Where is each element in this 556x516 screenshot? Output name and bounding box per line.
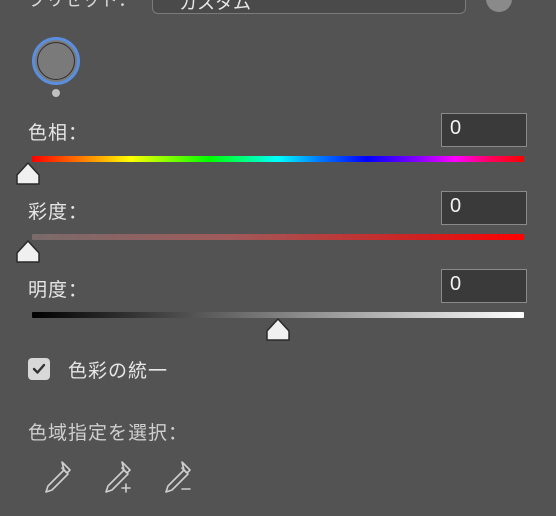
color-range-label: 色域指定を選択： xyxy=(28,422,189,444)
hue-label: 色相： xyxy=(28,122,89,144)
hue-input[interactable]: 0 xyxy=(441,113,527,147)
lightness-input[interactable]: 0 xyxy=(441,269,527,303)
hue-slider-track[interactable] xyxy=(32,156,524,162)
eyedropper-subtract-icon[interactable] xyxy=(160,458,196,498)
lightness-slider-thumb[interactable] xyxy=(265,318,291,342)
preset-dropdown-value: カスタム xyxy=(179,0,251,14)
checkmark-icon xyxy=(32,363,46,374)
preset-label: プリセット： xyxy=(28,0,136,11)
saturation-slider-thumb[interactable] xyxy=(15,240,41,264)
saturation-label: 彩度： xyxy=(28,201,89,223)
panel-toggle-button[interactable] xyxy=(486,0,512,12)
target-indicator-dot xyxy=(52,89,60,97)
preset-dropdown[interactable]: カスタム xyxy=(152,0,466,14)
saturation-slider-track[interactable] xyxy=(32,234,524,240)
colorize-checkbox[interactable] xyxy=(28,358,50,380)
target-color-swatch[interactable] xyxy=(32,37,80,85)
target-color-fill xyxy=(37,42,75,80)
colorize-label[interactable]: 色彩の統一 xyxy=(68,356,168,383)
eyedropper-add-icon[interactable] xyxy=(100,458,136,498)
saturation-input[interactable]: 0 xyxy=(441,191,527,225)
eyedropper-icon[interactable] xyxy=(40,458,76,498)
hue-slider-thumb[interactable] xyxy=(15,162,41,186)
lightness-label: 明度： xyxy=(28,279,89,301)
